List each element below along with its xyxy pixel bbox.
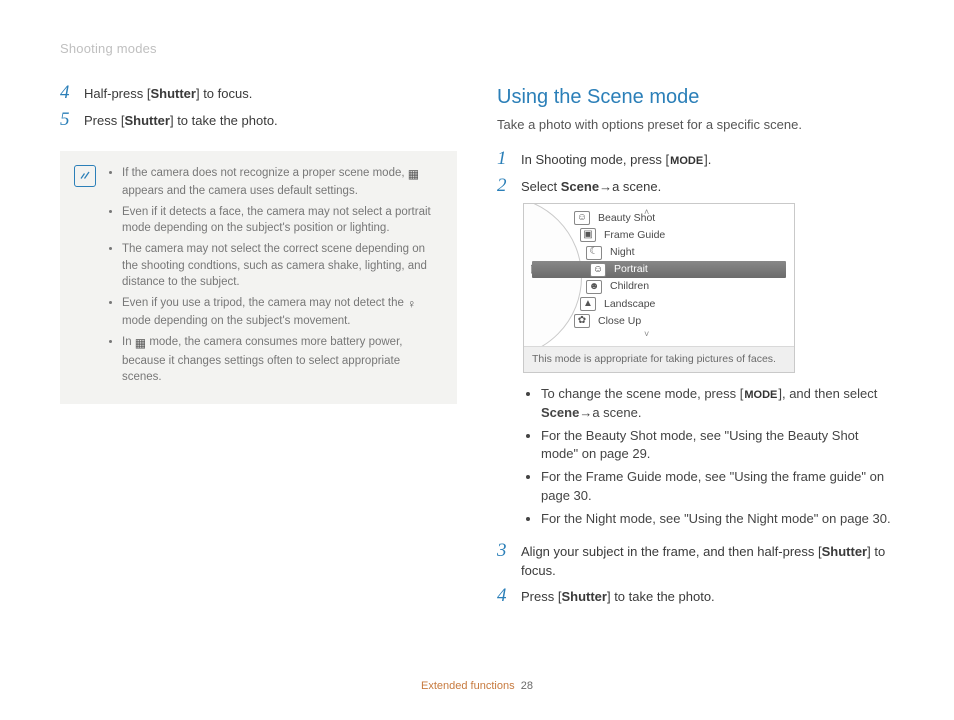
step-5: 5 Press [Shutter] to take the photo. — [60, 110, 457, 131]
bullet-item: For the Frame Guide mode, see "Using the… — [541, 468, 894, 506]
right-column: Using the Scene mode Take a photo with o… — [497, 83, 894, 613]
scene-item: ☻ Children — [532, 278, 786, 295]
scene-warn-icon: ▦ — [408, 166, 419, 183]
note-item: The camera may not select the correct sc… — [122, 241, 439, 291]
text: mode depending on the subject's movement… — [122, 315, 351, 327]
smart-auto-icon: ▦ — [135, 335, 146, 352]
night-icon: ☾ — [586, 246, 602, 260]
text: Select — [521, 179, 561, 194]
scene-hint: This mode is appropriate for taking pict… — [524, 346, 794, 372]
step-number: 4 — [497, 586, 509, 607]
section-header: Shooting modes — [60, 40, 894, 59]
note-icon — [74, 165, 96, 187]
step-text: Half-press [Shutter] to focus. — [84, 83, 252, 104]
scene-label: Scene — [541, 405, 579, 420]
scene-item: ▣ Frame Guide — [532, 227, 786, 244]
scene-item-label: Portrait — [614, 262, 648, 277]
step-number: 5 — [60, 110, 72, 131]
text: ] to focus. — [196, 86, 252, 101]
chevron-down-icon: ˅ — [644, 328, 649, 341]
scene-item: ▲ Landscape — [532, 296, 786, 313]
bullet-item: For the Beauty Shot mode, see "Using the… — [541, 427, 894, 465]
scene-selector-panel: ˄ ▥ ☺Beauty Shot▣Frame Guide☾Night☺Portr… — [523, 203, 795, 373]
scene-item-label: Children — [610, 279, 649, 294]
step-2: 2 Select Scene → a scene. — [497, 176, 894, 197]
text: Even if you use a tripod, the camera may… — [122, 297, 407, 309]
children-icon: ☻ — [586, 280, 602, 294]
scene-item-label: Frame Guide — [604, 228, 665, 243]
scene-item-label: Beauty Shot — [598, 211, 655, 226]
mode-button-label: MODE — [743, 388, 778, 404]
left-column: 4 Half-press [Shutter] to focus. 5 Press… — [60, 83, 457, 613]
beauty-shot-icon: ☺ — [574, 211, 590, 225]
scene-item-label: Night — [610, 245, 635, 260]
landscape-icon: ▲ — [580, 297, 596, 311]
step-text: In Shooting mode, press [MODE]. — [521, 149, 711, 170]
step-4b: 4 Press [Shutter] to take the photo. — [497, 586, 894, 607]
mode-button-label: MODE — [669, 154, 704, 170]
page-footer: Extended functions 28 — [0, 679, 954, 695]
step-3: 3 Align your subject in the frame, and t… — [497, 541, 894, 581]
text: In Shooting mode, press [ — [521, 152, 669, 167]
arrow-icon: → — [599, 178, 612, 197]
footer-label: Extended functions — [421, 680, 515, 692]
text: Press [ — [521, 589, 561, 604]
scene-item: ☺ Portrait — [532, 261, 786, 278]
scene-item: ✿ Close Up — [532, 313, 786, 330]
note-item: In ▦ mode, the camera consumes more batt… — [122, 334, 439, 386]
text: Press [ — [84, 113, 124, 128]
text: ] to take the photo. — [607, 589, 715, 604]
step-number: 2 — [497, 176, 509, 197]
note-list: If the camera does not recognize a prope… — [108, 165, 439, 390]
bullet-list: To change the scene mode, press [MODE], … — [523, 385, 894, 529]
text: mode, the camera consumes more battery p… — [122, 336, 402, 383]
text: In — [122, 336, 135, 348]
text: a scene. — [592, 405, 641, 420]
shutter-label: Shutter — [822, 544, 868, 559]
step-number: 1 — [497, 149, 509, 170]
step-text: Press [Shutter] to take the photo. — [521, 586, 715, 607]
step-4: 4 Half-press [Shutter] to focus. — [60, 83, 457, 104]
step-text: Press [Shutter] to take the photo. — [84, 110, 278, 131]
lead-text: Take a photo with options preset for a s… — [497, 116, 894, 135]
text: a scene. — [612, 179, 661, 194]
portrait-icon: ☺ — [590, 263, 606, 277]
tripod-icon: ♀ — [407, 296, 416, 313]
scene-list: ☺Beauty Shot▣Frame Guide☾Night☺Portrait☻… — [532, 210, 786, 331]
scene-item: ☾ Night — [532, 244, 786, 261]
scene-item: ☺ Beauty Shot — [532, 210, 786, 227]
bullet-item: To change the scene mode, press [MODE], … — [541, 385, 894, 423]
step-number: 3 — [497, 541, 509, 581]
scene-label: Scene — [561, 179, 599, 194]
shutter-label: Shutter — [561, 589, 607, 604]
step-number: 4 — [60, 83, 72, 104]
note-item: Even if it detects a face, the camera ma… — [122, 204, 439, 237]
scene-item-label: Close Up — [598, 314, 641, 329]
text: Align your subject in the frame, and the… — [521, 544, 822, 559]
text: If the camera does not recognize a prope… — [122, 167, 408, 179]
step-text: Select Scene → a scene. — [521, 176, 661, 197]
arrow-icon: → — [579, 404, 592, 423]
scene-item-label: Landscape — [604, 297, 655, 312]
note-item: Even if you use a tripod, the camera may… — [122, 295, 439, 330]
text: Half-press [ — [84, 86, 150, 101]
shutter-label: Shutter — [150, 86, 196, 101]
text: To change the scene mode, press [ — [541, 386, 743, 401]
text: appears and the camera uses default sett… — [122, 185, 358, 197]
text: ]. — [704, 152, 711, 167]
note-box: If the camera does not recognize a prope… — [60, 151, 457, 404]
heading-using-scene-mode: Using the Scene mode — [497, 83, 894, 112]
bullet-item: For the Night mode, see "Using the Night… — [541, 510, 894, 529]
closeup-icon: ✿ — [574, 314, 590, 328]
note-item: If the camera does not recognize a prope… — [122, 165, 439, 200]
step-text: Align your subject in the frame, and the… — [521, 541, 894, 581]
page-number: 28 — [521, 680, 533, 692]
shutter-label: Shutter — [124, 113, 170, 128]
text: ] to take the photo. — [170, 113, 278, 128]
frame-guide-icon: ▣ — [580, 228, 596, 242]
text: ], and then select — [778, 386, 877, 401]
step-1: 1 In Shooting mode, press [MODE]. — [497, 149, 894, 170]
